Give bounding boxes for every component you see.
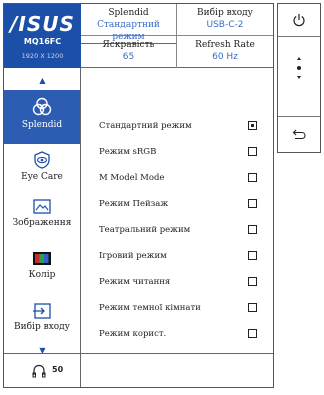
mode-option[interactable]: Режим корист. bbox=[99, 324, 269, 344]
refresh-status: Refresh Rate 60 Hz bbox=[177, 36, 273, 68]
image-icon bbox=[33, 199, 51, 214]
osd-menu-panel: /ISUS MQ16FC 1920 X 1200 Splendid Станда… bbox=[3, 3, 274, 388]
status-header: Splendid Стандартний режим Вибір входу U… bbox=[81, 4, 273, 68]
color-icon bbox=[33, 252, 51, 265]
splendid-mode-list: Стандартний режим Режим sRGB M Model Mod… bbox=[81, 68, 273, 353]
mode-checkbox[interactable] bbox=[248, 277, 257, 286]
brand-block: /ISUS MQ16FC 1920 X 1200 bbox=[4, 4, 81, 68]
splendid-status: Splendid Стандартний режим bbox=[81, 4, 177, 44]
mode-checkbox[interactable] bbox=[248, 147, 257, 156]
mode-checkbox[interactable] bbox=[248, 225, 257, 234]
eye-care-icon bbox=[34, 151, 50, 169]
mode-option[interactable]: Режим читання bbox=[99, 272, 269, 292]
side-control-bar bbox=[277, 3, 321, 153]
brightness-status: Яскравість 65 bbox=[81, 36, 177, 68]
input-status-value: USB-C-2 bbox=[206, 20, 244, 30]
refresh-status-value: 60 Hz bbox=[212, 52, 238, 62]
mode-option-label: Стандартний режим bbox=[99, 121, 192, 131]
back-icon bbox=[292, 129, 306, 140]
resolution-readout: 1920 X 1200 bbox=[21, 52, 64, 60]
mode-option-label: Театральний режим bbox=[99, 225, 191, 235]
nav-item-color[interactable]: Колір bbox=[4, 250, 80, 290]
mode-option[interactable]: Стандартний режим bbox=[99, 116, 269, 136]
mode-option-label: Режим корист. bbox=[99, 329, 167, 339]
volume-indicator[interactable]: 50 bbox=[4, 354, 81, 387]
footer-bar: 50 bbox=[4, 353, 273, 387]
model-name: MQ16FC bbox=[23, 37, 62, 46]
asus-logo: /ISUS bbox=[10, 12, 75, 36]
main-menu-nav: ▲ Splendid Eye Care Зображення Колір Виб… bbox=[4, 68, 81, 355]
nav-item-input-select[interactable]: Вибір входу bbox=[4, 302, 80, 342]
brightness-status-label: Яскравість bbox=[102, 40, 155, 50]
volume-value: 50 bbox=[52, 365, 64, 374]
mode-checkbox-checked[interactable] bbox=[248, 121, 257, 130]
mode-option-label: Режим читання bbox=[99, 277, 171, 287]
nav-label-image: Зображення bbox=[12, 218, 72, 228]
menu-dots-icon bbox=[297, 57, 301, 79]
mode-option[interactable]: Ігровий режим bbox=[99, 246, 269, 266]
refresh-status-label: Refresh Rate bbox=[195, 40, 255, 50]
mode-checkbox[interactable] bbox=[248, 303, 257, 312]
mode-option[interactable]: Режим Пейзаж bbox=[99, 194, 269, 214]
mode-option-label: M Model Mode bbox=[99, 173, 165, 183]
scroll-up-icon[interactable]: ▲ bbox=[4, 76, 81, 86]
nav-label-splendid: Splendid bbox=[21, 120, 63, 130]
power-icon bbox=[293, 14, 305, 27]
nav-label-input-select: Вибір входу bbox=[14, 322, 70, 332]
splendid-icon bbox=[32, 97, 52, 116]
mode-option-label: Ігровий режим bbox=[99, 251, 167, 261]
headphones-icon bbox=[32, 364, 46, 378]
mode-option[interactable]: M Model Mode bbox=[99, 168, 269, 188]
nav-label-color: Колір bbox=[28, 270, 56, 280]
power-button[interactable] bbox=[278, 12, 320, 34]
mode-option-label: Режим темної кімнати bbox=[99, 303, 201, 313]
nav-label-eye-care: Eye Care bbox=[21, 172, 63, 182]
menu-button[interactable] bbox=[278, 56, 320, 86]
input-status-label: Вибір входу bbox=[197, 8, 253, 18]
brightness-status-value: 65 bbox=[122, 52, 135, 62]
mode-checkbox[interactable] bbox=[248, 329, 257, 338]
mode-option-label: Режим sRGB bbox=[99, 147, 157, 157]
back-button[interactable] bbox=[278, 125, 320, 145]
mode-option[interactable]: Режим темної кімнати bbox=[99, 298, 269, 318]
input-status: Вибір входу USB-C-2 bbox=[177, 4, 273, 36]
input-select-icon bbox=[33, 303, 51, 319]
mode-option[interactable]: Режим sRGB bbox=[99, 142, 269, 162]
mode-option[interactable]: Театральний режим bbox=[99, 220, 269, 240]
mode-checkbox[interactable] bbox=[248, 251, 257, 260]
nav-item-eye-care[interactable]: Eye Care bbox=[4, 150, 80, 190]
nav-item-image[interactable]: Зображення bbox=[4, 198, 80, 238]
mode-option-label: Режим Пейзаж bbox=[99, 199, 169, 209]
mode-checkbox[interactable] bbox=[248, 173, 257, 182]
nav-item-splendid[interactable]: Splendid bbox=[4, 90, 80, 144]
splendid-status-label: Splendid bbox=[108, 8, 149, 18]
mode-checkbox[interactable] bbox=[248, 199, 257, 208]
